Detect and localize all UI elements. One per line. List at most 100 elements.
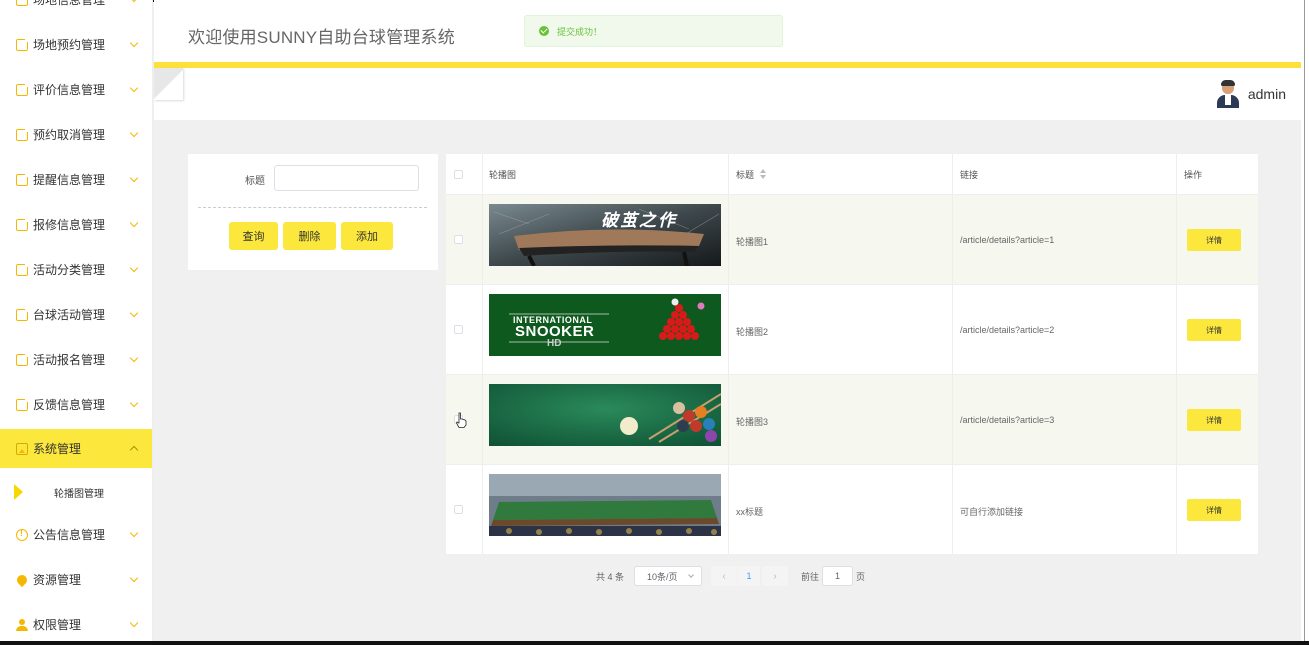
- column-header-image: 轮播图: [489, 169, 517, 180]
- chevron-down-icon: [129, 0, 139, 2]
- chevron-down-icon: [688, 572, 694, 578]
- sort-icon[interactable]: [760, 169, 767, 179]
- column-header-action: 操作: [1184, 169, 1203, 180]
- row-link: /article/details?article=2: [960, 325, 1055, 335]
- goto-page-input[interactable]: 1: [822, 566, 853, 586]
- row-title: 轮播图1: [736, 237, 769, 247]
- sidebar-item-repair[interactable]: 报修信息管理: [0, 202, 152, 247]
- goto-label: 前往: [801, 572, 820, 582]
- row-link: /article/details?article=3: [960, 415, 1055, 425]
- pagination-total: 共 4 条: [596, 572, 625, 582]
- sidebar-item-announcement[interactable]: 公告信息管理: [0, 512, 152, 557]
- title-filter-label: 标题: [245, 176, 265, 187]
- chevron-down-icon: [129, 353, 139, 362]
- sidebar-item-permission[interactable]: 权限管理: [0, 602, 152, 645]
- sidebar-item-activity-signup[interactable]: 活动报名管理: [0, 337, 152, 382]
- detail-button[interactable]: 详情: [1187, 229, 1241, 251]
- square-arrow-icon: [16, 171, 30, 186]
- detail-button[interactable]: 详情: [1187, 319, 1241, 341]
- table-row: 破茧之作 轮播图1 /article/details?article=1 详情: [446, 194, 1258, 284]
- carousel-image: INTERNATIONAL SNOOKER HD: [489, 294, 721, 356]
- sidebar-item-review[interactable]: 评价信息管理: [0, 67, 152, 112]
- column-divider: [1176, 154, 1177, 554]
- prev-page-button[interactable]: ‹: [711, 566, 737, 586]
- carousel-image: [489, 384, 721, 446]
- sidebar-item-reminder[interactable]: 提醒信息管理: [0, 157, 152, 202]
- square-arrow-icon: [16, 261, 30, 276]
- chevron-down-icon: [129, 128, 139, 137]
- table-row: 轮播图3 /article/details?article=3 详情: [446, 374, 1258, 464]
- square-arrow-icon: [16, 36, 30, 51]
- row-checkbox[interactable]: [454, 505, 463, 514]
- delete-button[interactable]: 删除: [283, 222, 336, 250]
- carousel-image: [489, 474, 721, 536]
- sidebar-item-activity-category[interactable]: 活动分类管理: [0, 247, 152, 292]
- collapse-sidebar-toggle[interactable]: [154, 68, 183, 100]
- row-title: 轮播图3: [736, 417, 769, 427]
- square-arrow-icon: [16, 0, 28, 6]
- avatar: [1216, 80, 1240, 108]
- window-right-edge: [1301, 0, 1309, 645]
- carousel-image: 破茧之作: [489, 204, 721, 266]
- column-divider: [728, 154, 729, 554]
- square-arrow-icon: [16, 81, 30, 96]
- square-arrow-icon: [16, 396, 30, 411]
- column-header-title-label: 标题: [736, 169, 755, 180]
- success-toast: 提交成功！: [524, 15, 783, 47]
- sub-header: admin: [154, 68, 1309, 120]
- column-divider: [482, 154, 483, 554]
- image-icon: [16, 442, 28, 455]
- select-all-checkbox[interactable]: [454, 170, 463, 179]
- image-caption: 破茧之作: [601, 211, 677, 231]
- chevron-down-icon: [129, 173, 139, 182]
- row-link: 可自行添加链接: [960, 507, 1024, 517]
- row-checkbox[interactable]: [454, 235, 463, 244]
- column-header-title[interactable]: 标题: [736, 154, 767, 194]
- sidebar-item-booking-cancel[interactable]: 预约取消管理: [0, 112, 152, 157]
- goto-page-value: 1: [834, 571, 840, 581]
- user-name: admin: [1247, 86, 1286, 102]
- location-pin-icon: [14, 572, 30, 587]
- add-button[interactable]: 添加: [341, 222, 393, 250]
- page-number-current[interactable]: 1: [738, 566, 760, 586]
- chevron-down-icon: [129, 218, 139, 227]
- hand-cursor-icon: [456, 412, 467, 428]
- sidebar-item-venue-booking[interactable]: 场地预约管理: [0, 22, 152, 67]
- divider: [198, 207, 427, 208]
- chevron-down-icon: [129, 263, 139, 272]
- toast-message: 提交成功！: [557, 26, 603, 37]
- sidebar-item-venue-info[interactable]: 场地信息管理: [0, 0, 152, 22]
- image-caption: HD: [547, 338, 562, 349]
- table-row: xx标题 可自行添加链接 详情: [446, 464, 1258, 554]
- user-menu[interactable]: admin: [1216, 80, 1286, 108]
- next-page-button[interactable]: ›: [762, 566, 788, 586]
- search-panel: 标题 查询 删除 添加: [188, 154, 438, 270]
- chevron-up-icon: [129, 445, 139, 455]
- page-size-select[interactable]: 10条/页: [634, 566, 702, 586]
- carousel-table: 轮播图 标题 链接 操作 破茧之作 轮播图1 /article/details?…: [446, 154, 1258, 554]
- square-arrow-icon: [16, 216, 30, 231]
- chevron-down-icon: [129, 308, 139, 317]
- app-title: 欢迎使用SUNNY自助台球管理系统: [188, 28, 455, 47]
- square-arrow-icon: [16, 351, 30, 366]
- sidebar-item-system[interactable]: 系统管理: [0, 429, 152, 468]
- detail-button[interactable]: 详情: [1187, 499, 1241, 521]
- sidebar: 场地信息管理 场地预约管理 评价信息管理 预约取消管理 提醒信息管理 报修信息管…: [0, 0, 153, 645]
- chevron-down-icon: [129, 38, 139, 47]
- window-bottom-border: [0, 641, 1309, 645]
- title-filter-input[interactable]: [274, 165, 419, 191]
- row-checkbox[interactable]: [454, 325, 463, 334]
- chevron-down-icon: [129, 528, 139, 537]
- detail-button[interactable]: 详情: [1187, 409, 1241, 431]
- row-link: /article/details?article=1: [960, 235, 1055, 245]
- query-button[interactable]: 查询: [229, 222, 278, 250]
- sidebar-item-billiard-activity[interactable]: 台球活动管理: [0, 292, 152, 337]
- sidebar-item-resource[interactable]: 资源管理: [0, 557, 152, 602]
- active-arrow-icon: [14, 484, 23, 500]
- sidebar-subitem-carousel[interactable]: 轮播图管理: [0, 470, 152, 514]
- user-icon: [16, 618, 28, 631]
- chevron-down-icon: [129, 573, 139, 582]
- page-size-value: 10条/页: [647, 571, 678, 582]
- sidebar-item-feedback[interactable]: 反馈信息管理: [0, 382, 152, 427]
- row-title: xx标题: [736, 507, 764, 517]
